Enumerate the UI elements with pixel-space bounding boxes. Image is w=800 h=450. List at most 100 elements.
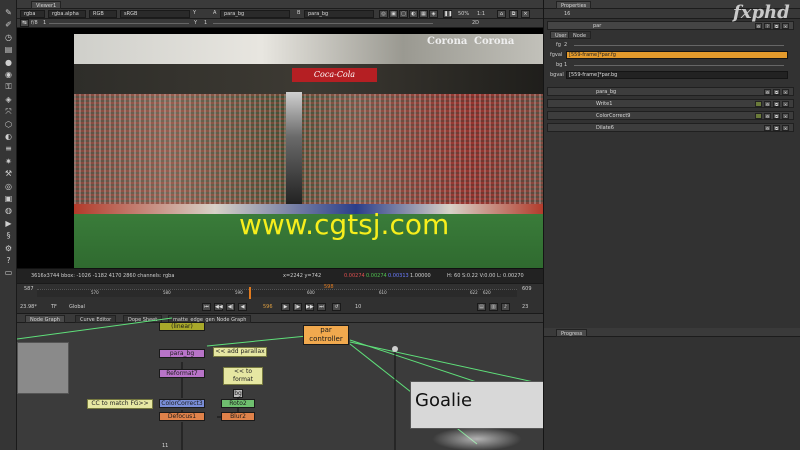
overlay-icon[interactable]: ◈ xyxy=(429,10,438,18)
input-b-dropdown[interactable]: para_bg xyxy=(304,10,374,18)
transform-icon[interactable]: ⤧ xyxy=(3,107,14,117)
float-icon[interactable]: ⧉ xyxy=(773,101,780,107)
other-icon[interactable]: ◎ xyxy=(3,182,14,192)
node-graph-panel[interactable]: Node Graph Curve Editor Dope Sheet matte… xyxy=(17,313,543,450)
clip-icon[interactable]: ▣ xyxy=(389,10,398,18)
timeline-start[interactable]: 587 xyxy=(24,285,34,293)
wipe-icon[interactable]: ◎ xyxy=(379,10,388,18)
audio-icon[interactable]: ♪ xyxy=(501,303,510,311)
paint-icon[interactable]: ✐ xyxy=(3,20,14,30)
settings-icon[interactable]: ⚙ xyxy=(764,89,771,95)
playhead-marker[interactable] xyxy=(249,287,251,299)
fps-value[interactable]: 23.98* xyxy=(20,303,37,311)
node-defocus1[interactable]: Defocus1 xyxy=(159,412,205,421)
gear-icon[interactable]: ⚙ xyxy=(3,244,14,254)
timeline-bar[interactable]: 587 570 580 590 600 610 622 620 598 609 … xyxy=(17,283,543,313)
close-icon[interactable]: × xyxy=(782,23,789,29)
backdrop-node[interactable] xyxy=(17,342,69,394)
node-reformat7[interactable]: Reformat7 xyxy=(159,369,205,378)
cache-icon[interactable]: ▥ xyxy=(489,303,498,311)
zoom-level[interactable]: 50% xyxy=(458,10,469,18)
checker-icon[interactable]: ▦ xyxy=(419,10,428,18)
color-icon[interactable]: ● xyxy=(3,58,14,68)
furnace-icon[interactable]: ▣ xyxy=(3,194,14,204)
channel-icon[interactable]: ▤ xyxy=(3,45,14,55)
node-row-dilate6[interactable]: Dilate6 ⚙ ⧉ × xyxy=(547,123,794,132)
fgval-expression-field[interactable]: [559-frame]*par.fg xyxy=(566,51,788,59)
render-icon[interactable]: ▶ xyxy=(3,219,14,229)
node-bg[interactable]: bg xyxy=(233,389,243,398)
close-icon[interactable]: × xyxy=(782,113,789,119)
mask-icon[interactable]: ◐ xyxy=(409,10,418,18)
python-icon[interactable]: § xyxy=(3,231,14,241)
close-icon[interactable]: × xyxy=(782,125,789,131)
frame-step[interactable]: 10 xyxy=(355,303,361,311)
settings-icon[interactable]: ⚙ xyxy=(764,113,771,119)
gain-slider[interactable] xyxy=(49,23,189,24)
ocula-icon[interactable]: ◍ xyxy=(3,206,14,216)
bgval-expression-field[interactable]: [559-frame]*par.bg xyxy=(566,71,788,79)
play-back-icon[interactable]: ◀ xyxy=(238,303,247,311)
node-blur2[interactable]: Blur2 xyxy=(221,412,255,421)
time-icon[interactable]: ◷ xyxy=(3,33,14,43)
fg-slider[interactable] xyxy=(574,45,784,46)
close-icon[interactable]: × xyxy=(782,89,789,95)
pause-icon[interactable]: ❚❚ xyxy=(443,10,452,18)
knob-fg-value[interactable]: 2 xyxy=(564,41,567,49)
tab-node[interactable]: Node xyxy=(568,31,592,39)
metadata-icon[interactable]: ≡ xyxy=(3,144,14,154)
float-icon[interactable]: ⧉ xyxy=(773,125,780,131)
node-colorcorrect3[interactable]: ColorCorrect3 xyxy=(159,399,205,408)
tf-toggle[interactable]: TF xyxy=(51,303,57,311)
roi-icon[interactable]: ▢ xyxy=(399,10,408,18)
merge-icon[interactable]: ◈ xyxy=(3,95,14,105)
tab-progress[interactable]: Progress xyxy=(556,329,588,337)
first-frame-icon[interactable]: ⏮ xyxy=(202,303,211,311)
prev-key-icon[interactable]: ◀◀ xyxy=(214,303,223,311)
node-para-bg[interactable]: para_bg xyxy=(159,349,205,358)
gain-value[interactable]: 1 xyxy=(43,19,46,27)
node-row-para-bg[interactable]: para_bg ⚙ ⧉ × xyxy=(547,87,794,96)
tab-properties[interactable]: Properties xyxy=(556,1,592,9)
lock-icon[interactable]: ⌂ xyxy=(497,10,506,18)
green-swatch-icon[interactable] xyxy=(755,113,762,119)
gamma-value[interactable]: 1 xyxy=(204,19,207,27)
input-a-dropdown[interactable]: para_bg xyxy=(220,10,290,18)
node-par-controller[interactable]: par controller xyxy=(303,325,349,345)
tab-viewer1[interactable]: Viewer1 xyxy=(31,1,62,9)
channels-dropdown[interactable]: rgba xyxy=(20,10,45,18)
step-forward-icon[interactable]: |▶ xyxy=(293,303,302,311)
file-icon[interactable]: ▭ xyxy=(3,268,14,278)
settings-icon[interactable]: ⚙ xyxy=(755,23,762,29)
float-icon[interactable]: ⧉ xyxy=(509,10,518,18)
note-to-format[interactable]: << to format xyxy=(223,367,263,385)
help-icon[interactable]: ? xyxy=(3,256,14,266)
timeline-end[interactable]: 609 xyxy=(522,285,532,293)
help-icon[interactable]: ? xyxy=(764,23,771,29)
close-icon[interactable]: × xyxy=(521,10,530,18)
keyer-icon[interactable]: ⚿ xyxy=(3,82,14,92)
node-roto2[interactable]: Roto2 xyxy=(221,399,255,408)
step-back-icon[interactable]: ◀| xyxy=(226,303,235,311)
node-row-write1[interactable]: Write1 ⚙ ⧉ × xyxy=(547,99,794,108)
settings-icon[interactable]: ⚙ xyxy=(764,125,771,131)
bg-slider[interactable] xyxy=(574,65,784,66)
timeline-track[interactable] xyxy=(37,289,517,297)
gamma-slider[interactable] xyxy=(213,23,433,24)
lut-dropdown[interactable]: sRGB xyxy=(120,10,190,18)
current-frame[interactable]: 596 xyxy=(263,303,273,311)
note-add-parallax[interactable]: << add parallax xyxy=(213,347,267,357)
float-icon[interactable]: ⧉ xyxy=(773,23,780,29)
pointer-icon[interactable]: ✎ xyxy=(3,8,14,18)
loop-icon[interactable]: ↺ xyxy=(332,303,341,311)
node-linear[interactable]: (linear) xyxy=(159,322,205,331)
next-key-icon[interactable]: ▶▶ xyxy=(305,303,314,311)
play-icon[interactable]: ▶ xyxy=(281,303,290,311)
view-mode[interactable]: 2D xyxy=(472,19,479,27)
node-row-colorcorrect9[interactable]: ColorCorrect9 ⚙ ⧉ × xyxy=(547,111,794,120)
alpha-dropdown[interactable]: rgba.alpha xyxy=(48,10,86,18)
toolsets-icon[interactable]: ⚒ xyxy=(3,169,14,179)
last-frame-icon[interactable]: ⏭ xyxy=(317,303,326,311)
goalie-backdrop[interactable]: Goalie xyxy=(410,381,543,429)
knob-bg-value[interactable]: 1 xyxy=(564,61,567,69)
